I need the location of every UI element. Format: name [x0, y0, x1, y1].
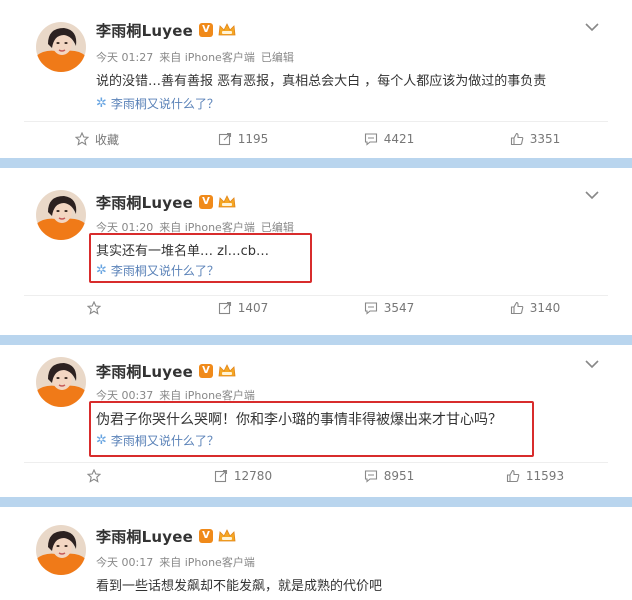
- post-source: 来自 iPhone客户端: [159, 51, 255, 64]
- repost-icon: [214, 469, 227, 483]
- post-text: 伪君子你哭什么哭啊！你和李小璐的事情非得被爆出来才甘心吗？: [96, 412, 502, 428]
- topic-label: 李雨桐又说什么了？: [110, 264, 219, 278]
- comment-count: 8951: [383, 469, 415, 483]
- favorite-button[interactable]: [24, 465, 170, 487]
- comment-count: 3547: [383, 301, 415, 315]
- star-icon: [87, 301, 101, 315]
- post-separator: [0, 497, 632, 507]
- weibo-post: 李雨桐Luyee V 今天 00:17 来自 iPhone客户端 看到一些话想发…: [0, 507, 632, 600]
- avatar-photo-icon: [36, 357, 86, 407]
- comment-button[interactable]: 4421: [316, 128, 462, 150]
- chevron-down-icon[interactable]: [585, 190, 599, 200]
- thumbs-up-icon: [506, 469, 520, 483]
- repost-icon: [218, 301, 231, 315]
- action-bar: 12780 8951 11593: [24, 465, 608, 487]
- comment-button[interactable]: 3547: [316, 297, 462, 319]
- repost-button[interactable]: 12780: [170, 465, 316, 487]
- user-name-row: 李雨桐Luyee V: [96, 526, 236, 546]
- avatar-photo-icon: [36, 525, 86, 575]
- post-meta: 今天 01:27 来自 iPhone客户端 已编辑: [96, 49, 294, 65]
- star-icon: [87, 469, 101, 483]
- like-button[interactable]: 11593: [462, 465, 608, 487]
- topic-label: 李雨桐又说什么了？: [110, 97, 219, 111]
- repost-count: 12780: [233, 469, 273, 483]
- chevron-down-icon[interactable]: [585, 22, 599, 32]
- topic-link[interactable]: ✲ 李雨桐又说什么了？: [96, 95, 219, 112]
- user-name-row: 李雨桐Luyee V: [96, 361, 236, 381]
- post-time[interactable]: 今天 01:27: [96, 49, 153, 65]
- comment-icon: [364, 133, 377, 146]
- verified-v-icon: V: [198, 364, 213, 378]
- topic-link[interactable]: ✲ 李雨桐又说什么了？: [96, 262, 219, 279]
- username[interactable]: 李雨桐Luyee: [96, 361, 193, 382]
- verified-v-icon: V: [198, 23, 213, 37]
- post-meta: 今天 00:17 来自 iPhone客户端: [96, 554, 255, 570]
- vip-crown-icon: [218, 23, 236, 36]
- repost-count: 1195: [237, 132, 269, 146]
- like-button[interactable]: 3140: [462, 297, 608, 319]
- weibo-post: 李雨桐Luyee V 今天 01:27 来自 iPhone客户端 已编辑 说的没…: [0, 0, 632, 158]
- repost-count: 1407: [237, 301, 269, 315]
- comment-button[interactable]: 8951: [316, 465, 462, 487]
- username[interactable]: 李雨桐Luyee: [96, 526, 193, 547]
- weibo-post: 李雨桐Luyee V 今天 00:37 来自 iPhone客户端 伪君子你哭什么…: [0, 345, 632, 507]
- post-separator: [0, 158, 632, 168]
- user-name-row: 李雨桐Luyee V: [96, 20, 236, 40]
- topic-icon: ✲: [96, 263, 107, 278]
- vip-crown-icon: [218, 195, 236, 208]
- favorite-button[interactable]: 收藏: [24, 128, 170, 150]
- verified-v-icon: V: [198, 529, 213, 543]
- post-separator: [0, 335, 632, 345]
- post-text: 说的没错…善有善报 恶有恶报，真相总会大白 ，每个人都应该为做过的事负责: [96, 74, 547, 89]
- favorite-label: 收藏: [94, 132, 119, 147]
- repost-icon: [218, 132, 231, 146]
- divider: [24, 121, 608, 122]
- divider: [24, 295, 608, 296]
- thumbs-up-icon: [510, 132, 524, 146]
- avatar-photo-icon: [36, 190, 86, 240]
- action-bar: 收藏 1195 4421 3351: [24, 128, 608, 150]
- username[interactable]: 李雨桐Luyee: [96, 20, 193, 41]
- action-bar: 1407 3547 3140: [24, 297, 608, 319]
- comment-count: 4421: [383, 132, 415, 146]
- avatar[interactable]: [36, 190, 86, 240]
- favorite-button[interactable]: [24, 297, 170, 319]
- post-source: 来自 iPhone客户端: [159, 556, 255, 569]
- edited-label: 已编辑: [260, 51, 294, 64]
- avatar[interactable]: [36, 357, 86, 407]
- like-count: 11593: [525, 469, 565, 483]
- weibo-post: 李雨桐Luyee V 今天 01:20 来自 iPhone客户端 已编辑 其实还…: [0, 168, 632, 335]
- verified-v-icon: V: [198, 195, 213, 209]
- like-count: 3351: [529, 132, 561, 146]
- topic-icon: ✲: [96, 96, 107, 111]
- post-time[interactable]: 今天 00:17: [96, 554, 153, 570]
- star-icon: [74, 132, 89, 146]
- avatar[interactable]: [36, 525, 86, 575]
- topic-label: 李雨桐又说什么了？: [110, 434, 219, 448]
- post-text: 看到一些话想发飙却不能发飙，就是成熟的代价吧: [96, 579, 383, 594]
- comment-icon: [364, 302, 377, 315]
- user-name-row: 李雨桐Luyee V: [96, 192, 236, 212]
- thumbs-up-icon: [510, 301, 524, 315]
- username[interactable]: 李雨桐Luyee: [96, 192, 193, 213]
- like-count: 3140: [529, 301, 561, 315]
- comment-icon: [364, 470, 377, 483]
- chevron-down-icon[interactable]: [585, 359, 599, 369]
- post-text: 其实还有一堆名单… zl…cb…: [96, 244, 269, 259]
- divider: [24, 462, 608, 463]
- topic-link[interactable]: ✲ 李雨桐又说什么了？: [96, 432, 219, 449]
- repost-button[interactable]: 1407: [170, 297, 316, 319]
- vip-crown-icon: [218, 529, 236, 542]
- repost-button[interactable]: 1195: [170, 128, 316, 150]
- like-button[interactable]: 3351: [462, 128, 608, 150]
- topic-icon: ✲: [96, 433, 107, 448]
- avatar-photo-icon: [36, 22, 86, 72]
- avatar[interactable]: [36, 22, 86, 72]
- vip-crown-icon: [218, 364, 236, 377]
